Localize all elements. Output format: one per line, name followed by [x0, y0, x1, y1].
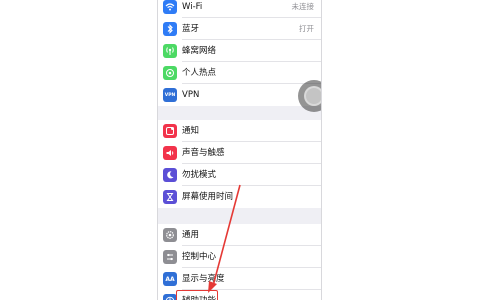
accessibility-icon	[163, 294, 177, 300]
settings-row-label: 勿扰模式	[182, 170, 217, 180]
hotspot-icon	[163, 66, 177, 80]
vpn-icon-text: VPN	[164, 92, 176, 98]
settings-row-label: 个人热点	[182, 68, 217, 78]
settings-row-label: Wi-Fi	[182, 2, 203, 12]
settings-row-sounds[interactable]: 声音与触感	[158, 142, 321, 164]
bluetooth-icon	[163, 22, 177, 36]
wifi-status: 未连接	[291, 2, 315, 11]
gear-icon	[163, 228, 177, 242]
notifications-icon	[163, 124, 177, 138]
settings-row-label: 蓝牙	[182, 24, 200, 34]
settings-row-cellular[interactable]: 蜂窝网络	[158, 40, 321, 62]
cellular-icon	[163, 44, 177, 58]
bluetooth-status: 打开	[299, 24, 314, 33]
settings-row-label: 声音与触感	[182, 148, 225, 158]
display-icon-text: AA	[165, 275, 175, 283]
settings-row-display[interactable]: AA 显示与亮度	[158, 268, 321, 290]
sounds-icon	[163, 146, 177, 160]
settings-row-vpn[interactable]: VPN VPN	[158, 84, 321, 106]
settings-row-label: 蜂窝网络	[182, 46, 217, 56]
settings-row-screen-time[interactable]: 屏幕使用时间	[158, 186, 321, 208]
settings-row-control-center[interactable]: 控制中心	[158, 246, 321, 268]
settings-row-label: 通知	[182, 126, 200, 136]
annotation-highlight-box	[176, 290, 218, 300]
settings-row-label: VPN	[182, 90, 200, 100]
display-icon: AA	[163, 272, 177, 286]
settings-row-wifi[interactable]: Wi-Fi 未连接	[158, 0, 321, 18]
settings-row-label: 控制中心	[182, 252, 217, 262]
settings-row-do-not-disturb[interactable]: 勿扰模式	[158, 164, 321, 186]
wifi-icon	[163, 0, 177, 14]
assistive-touch-button[interactable]	[298, 80, 321, 112]
assistive-touch-inner	[304, 86, 321, 106]
settings-row-hotspot[interactable]: 个人热点	[158, 62, 321, 84]
vpn-icon: VPN	[163, 88, 177, 102]
settings-row-label: 显示与亮度	[182, 274, 225, 284]
settings-row-general[interactable]: 通用	[158, 224, 321, 246]
settings-row-bluetooth[interactable]: 蓝牙 打开	[158, 18, 321, 40]
settings-row-notifications[interactable]: 通知	[158, 120, 321, 142]
settings-group-general: 通用 控制中心 AA 显示与亮度 辅助功能	[158, 224, 321, 300]
settings-row-label: 通用	[182, 230, 200, 240]
control-center-icon	[163, 250, 177, 264]
settings-screen: Wi-Fi 未连接 蓝牙 打开 蜂窝网络 个人热点 VPN VPN 通知 声音与…	[157, 0, 322, 300]
moon-icon	[163, 168, 177, 182]
settings-row-label: 屏幕使用时间	[182, 192, 234, 202]
hourglass-icon	[163, 190, 177, 204]
settings-group-connectivity: Wi-Fi 未连接 蓝牙 打开 蜂窝网络 个人热点 VPN VPN	[158, 0, 321, 106]
settings-group-notifications: 通知 声音与触感 勿扰模式 屏幕使用时间	[158, 120, 321, 208]
